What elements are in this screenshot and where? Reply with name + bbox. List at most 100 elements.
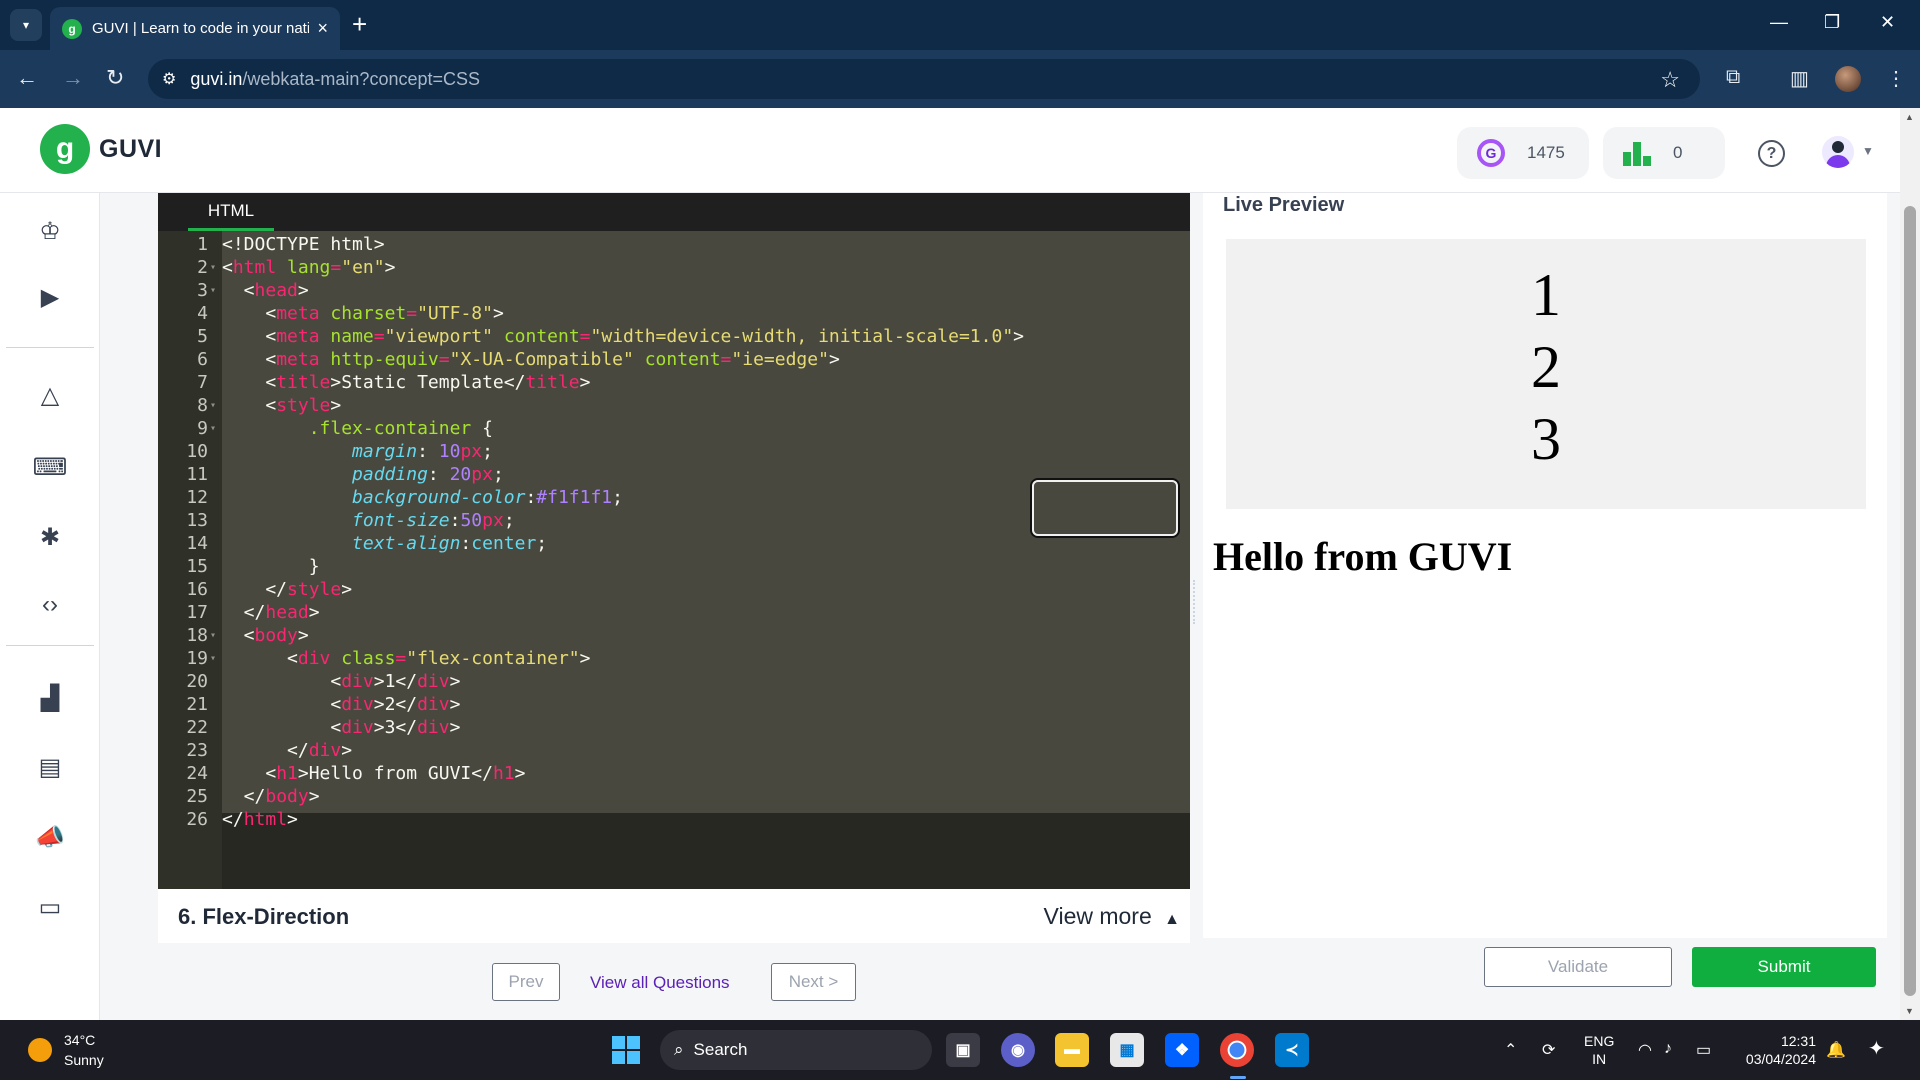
battery-icon[interactable]: ▭ (1696, 1040, 1711, 1060)
scroll-thumb[interactable] (1904, 206, 1916, 996)
teams-chat-icon[interactable]: ◉ (1001, 1033, 1035, 1067)
scroll-down-icon[interactable]: ▼ (1905, 1006, 1914, 1016)
weather-sun-icon[interactable] (28, 1038, 52, 1062)
close-window-icon[interactable]: ✕ (1880, 12, 1895, 33)
windows-start-icon[interactable] (609, 1033, 643, 1067)
clock[interactable]: 12:31 03/04/2024 (1736, 1032, 1816, 1068)
language-indicator[interactable]: ENG IN (1584, 1032, 1614, 1068)
sidebar-terminal-icon[interactable]: ⌨ (32, 449, 68, 485)
sidebar-bug-icon[interactable]: ✱ (32, 519, 68, 555)
copilot-icon[interactable]: ✦ (1868, 1036, 1885, 1061)
file-explorer-icon[interactable]: ▬ (1055, 1033, 1089, 1067)
sidebar-home-icon[interactable]: ♔ (32, 213, 68, 249)
code-line[interactable]: 16 </style> (158, 578, 1190, 601)
browser-menu-icon[interactable]: ⋮ (1886, 66, 1906, 91)
code-line[interactable]: 10 margin: 10px; (158, 440, 1190, 463)
code-area[interactable]: 1 <!DOCTYPE html> 2 ▾ <html lang="en"> 3 ▾ <he… (186, 231, 1190, 889)
extensions-icon[interactable]: ⧉ (1726, 66, 1740, 89)
url-omnibox[interactable]: ⚙ guvi.in /webkata-main?concept=CSS ☆ (148, 59, 1700, 99)
taskbar-search-box[interactable]: ⌕ Search (660, 1030, 932, 1070)
tab-html[interactable]: HTML (188, 193, 274, 231)
code-line[interactable]: 18 ▾ <body> (158, 624, 1190, 647)
scroll-up-icon[interactable]: ▲ (1905, 112, 1914, 122)
sidebar-shapes-icon[interactable]: △ (32, 377, 68, 413)
submit-button[interactable]: Submit (1692, 947, 1876, 987)
code-line[interactable]: 1 <!DOCTYPE html> (158, 233, 1190, 256)
prev-button[interactable]: Prev (492, 963, 560, 1001)
code-line[interactable]: 25 </body> (158, 785, 1190, 808)
fold-arrow-icon[interactable]: ▾ (210, 647, 216, 670)
code-text: </html> (222, 809, 298, 830)
code-line[interactable]: 17 </head> (158, 601, 1190, 624)
guvi-logo-icon[interactable]: g (40, 124, 90, 174)
sidebar-calendar-icon[interactable]: ▤ (32, 749, 68, 785)
rank-counter[interactable]: 0 (1603, 127, 1725, 179)
notification-bell-icon[interactable]: 🔔 (1826, 1040, 1846, 1060)
gems-counter[interactable]: G 1475 (1457, 127, 1589, 179)
sync-icon[interactable]: ⟳ (1542, 1040, 1555, 1060)
code-line[interactable]: 20 <div>1</div> (158, 670, 1190, 693)
line-number: 11 (186, 464, 208, 485)
code-line[interactable]: 7 <title>Static Template</title> (158, 371, 1190, 394)
chevron-down-icon[interactable]: ▼ (1862, 144, 1874, 158)
pane-resize-handle[interactable] (1193, 580, 1199, 624)
browser-tab-active[interactable]: g GUVI | Learn to code in your native la… (50, 7, 340, 50)
fold-arrow-icon[interactable]: ▾ (210, 279, 216, 302)
sidebar-code-icon[interactable]: ‹› (32, 587, 68, 623)
code-line[interactable]: 26 </html> (158, 808, 1190, 831)
guvi-logo-text[interactable]: GUVI (99, 135, 162, 164)
code-line[interactable]: 24 <h1>Hello from GUVI</h1> (158, 762, 1190, 785)
code-line[interactable]: 22 <div>3</div> (158, 716, 1190, 739)
code-line[interactable]: 5 <meta name="viewport" content="width=d… (158, 325, 1190, 348)
sidebar-leaderboard-icon[interactable]: ▟ (32, 680, 68, 716)
page-scrollbar[interactable]: ▲ ▼ (1900, 108, 1920, 1020)
code-line[interactable]: 23 </div> (158, 739, 1190, 762)
sidebar-chat-icon[interactable]: ▭ (32, 889, 68, 925)
volume-icon[interactable]: ♪ (1664, 1040, 1672, 1058)
validate-button[interactable]: Validate (1484, 947, 1672, 987)
ms-store-icon[interactable]: ▦ (1110, 1033, 1144, 1067)
site-info-icon[interactable]: ⚙ (162, 69, 176, 89)
next-button[interactable]: Next > (771, 963, 856, 1001)
code-line[interactable]: 19 ▾ <div class="flex-container"> (158, 647, 1190, 670)
back-arrow-icon[interactable]: ← (16, 64, 38, 92)
code-line[interactable]: 9 ▾ .flex-container { (158, 417, 1190, 440)
tab-search-button[interactable]: ▾ (10, 9, 42, 41)
code-line[interactable]: 21 <div>2</div> (158, 693, 1190, 716)
sidebar-megaphone-icon[interactable]: 📣 (32, 819, 68, 855)
code-line[interactable]: 3 ▾ <head> (158, 279, 1190, 302)
close-tab-icon[interactable]: × (317, 18, 328, 39)
dropbox-icon[interactable]: ❖ (1165, 1033, 1199, 1067)
sidebar-video-icon[interactable]: ▶ (32, 279, 68, 315)
help-icon[interactable]: ? (1758, 140, 1785, 167)
view-all-questions-link[interactable]: View all Questions (590, 973, 730, 993)
fold-arrow-icon[interactable]: ▾ (210, 417, 216, 440)
reload-icon[interactable]: ↻ (106, 64, 124, 92)
fold-arrow-icon[interactable]: ▾ (210, 256, 216, 279)
code-line[interactable]: 8 ▾ <style> (158, 394, 1190, 417)
bookmark-star-icon[interactable]: ☆ (1660, 67, 1680, 93)
code-line[interactable]: 2 ▾ <html lang="en"> (158, 256, 1190, 279)
side-panel-icon[interactable]: ▥ (1790, 66, 1809, 91)
browser-profile-avatar[interactable] (1835, 66, 1861, 92)
restore-icon[interactable]: ❐ (1824, 12, 1840, 33)
task-view-icon[interactable]: ▣ (946, 1033, 980, 1067)
code-line[interactable]: 4 <meta charset="UTF-8"> (158, 302, 1190, 325)
line-number: 24 (186, 763, 208, 784)
windows-taskbar: 34°C Sunny ⌕ Search ▣ ◉ ▬ ▦ ❖ ≺ ⌃ ⟳ ENG … (0, 1020, 1920, 1080)
user-avatar[interactable] (1822, 136, 1854, 168)
forward-arrow-icon[interactable]: → (62, 64, 84, 92)
code-line[interactable]: 6 <meta http-equiv="X-UA-Compatible" con… (158, 348, 1190, 371)
vscode-icon[interactable]: ≺ (1275, 1033, 1309, 1067)
chrome-icon[interactable] (1220, 1033, 1254, 1067)
minimize-icon[interactable]: — (1770, 12, 1788, 33)
view-more-button[interactable]: View more ▲ (1044, 903, 1180, 930)
fold-arrow-icon[interactable]: ▾ (210, 394, 216, 417)
question-title: 6. Flex-Direction (178, 904, 350, 929)
code-editor[interactable]: HTML 1 <!DOCTYPE html> 2 ▾ <html lang="en"> 3… (158, 193, 1190, 889)
new-tab-icon[interactable]: + (352, 10, 367, 38)
code-line[interactable]: 15 } (158, 555, 1190, 578)
chevron-up-icon[interactable]: ⌃ (1504, 1040, 1517, 1060)
fold-arrow-icon[interactable]: ▾ (210, 624, 216, 647)
wifi-icon[interactable]: ◠ (1638, 1040, 1652, 1060)
